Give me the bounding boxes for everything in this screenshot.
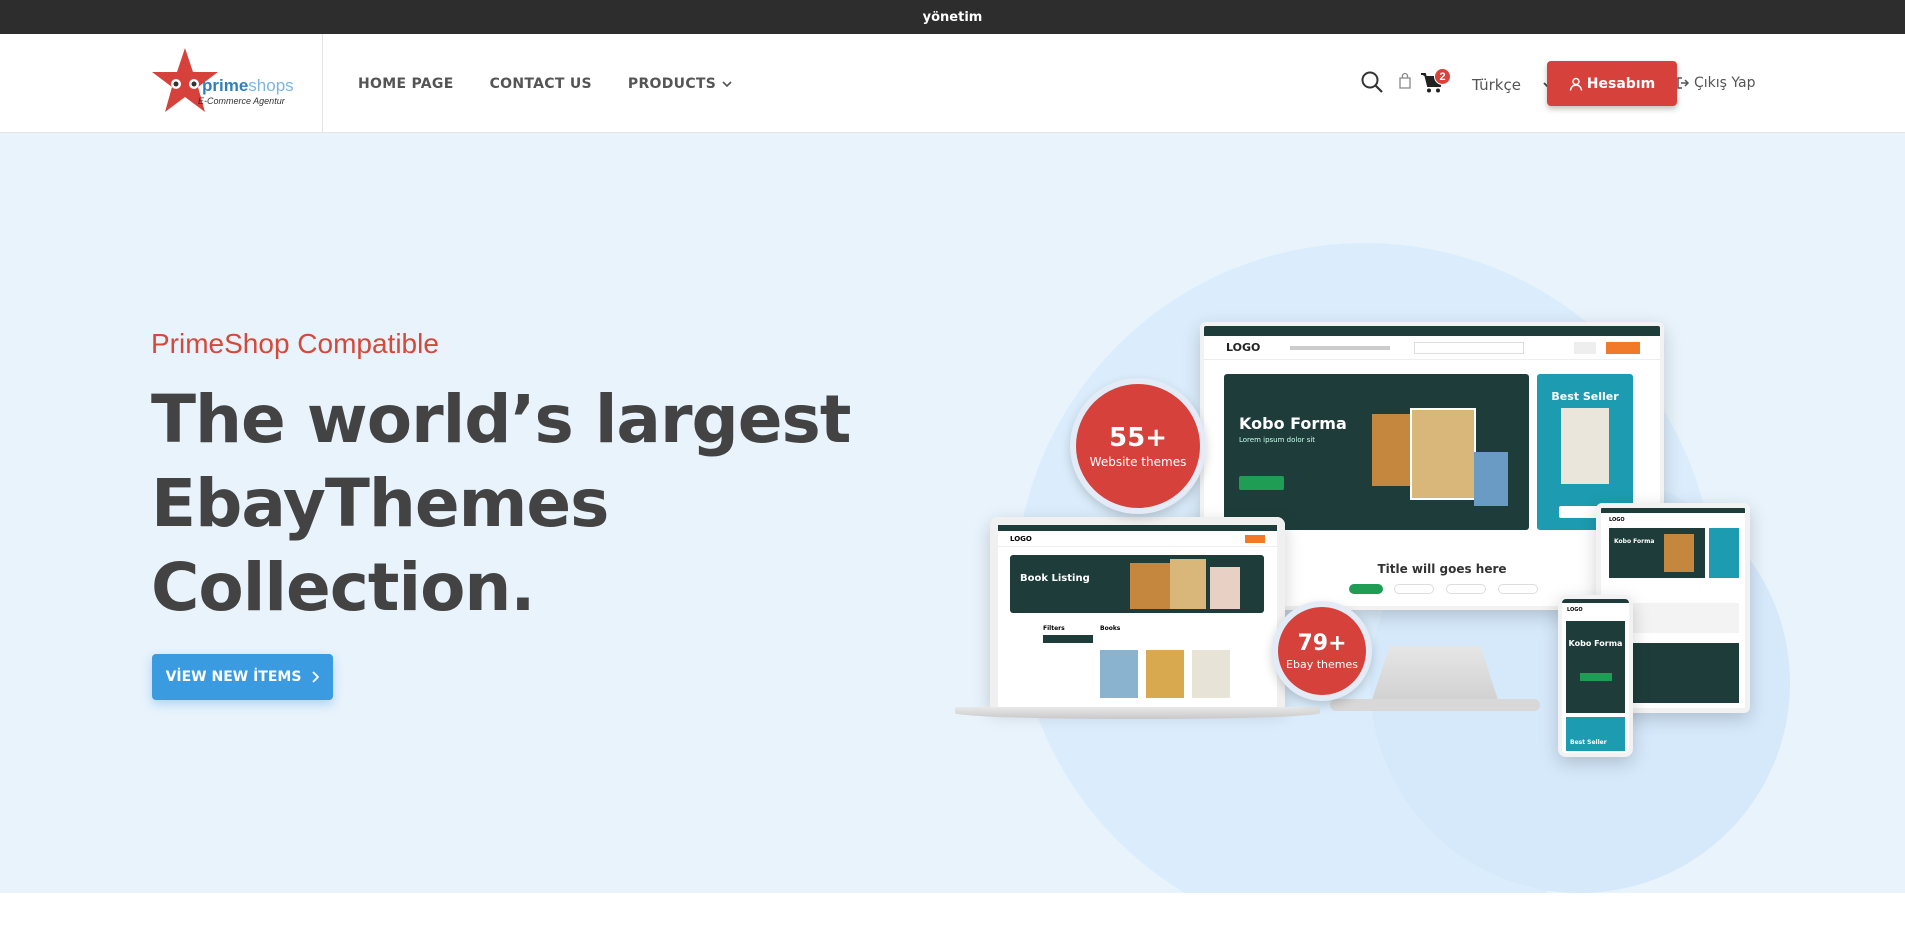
laptop-base	[955, 707, 1320, 719]
nav-home[interactable]: HOME PAGE	[358, 76, 454, 92]
topbar-title[interactable]: yönetim	[923, 10, 983, 25]
monitor-nav-placeholder	[1290, 345, 1391, 350]
hero-section: PrimeShop Compatible The world’s largest…	[0, 133, 1905, 893]
nav-contact[interactable]: CONTACT US	[490, 76, 592, 92]
cart-count-badge: 2	[1434, 68, 1451, 85]
monitor-logo: LOGO	[1226, 341, 1261, 354]
account-button[interactable]: Hesabım	[1547, 61, 1677, 106]
language-label: Türkçe	[1472, 76, 1521, 94]
laptop-book-1	[1130, 563, 1170, 609]
book-cover-3	[1474, 452, 1508, 506]
admin-topbar: yönetim	[0, 0, 1905, 34]
language-select[interactable]: Türkçe	[1472, 76, 1553, 94]
phone-banner-title: Kobo Forma	[1568, 639, 1623, 648]
logout-link[interactable]: Çıkış Yap	[1676, 75, 1756, 91]
website-themes-count: 55+	[1109, 423, 1167, 453]
search-icon[interactable]	[1360, 70, 1384, 94]
laptop-banner-title: Book Listing	[1020, 573, 1090, 584]
logo-brand-secondary: shops	[248, 76, 294, 95]
tablet-side	[1709, 528, 1739, 578]
monitor-section-title: Title will goes here	[1377, 562, 1507, 576]
monitor-search-placeholder	[1414, 341, 1525, 354]
phone-mockup: LOGO Kobo Forma Best Seller	[1558, 595, 1633, 757]
phone-topbar	[1562, 599, 1629, 603]
laptop-book-card-1	[1100, 650, 1138, 698]
laptop-filters-label: Filters	[1043, 625, 1065, 632]
tablet-book	[1664, 534, 1694, 572]
logout-label: Çıkış Yap	[1694, 75, 1756, 91]
logo-brand: primeshops	[202, 76, 294, 96]
website-themes-label: Website themes	[1089, 455, 1187, 469]
main-nav: HOME PAGE CONTACT US PRODUCTS	[358, 34, 732, 133]
laptop-book-card-3	[1192, 650, 1230, 698]
phone-best-seller: Best Seller	[1566, 717, 1625, 751]
user-icon	[1569, 77, 1582, 91]
monitor-base	[1330, 699, 1540, 711]
ebay-themes-count: 79+	[1297, 631, 1347, 656]
tablet-topbar	[1601, 508, 1745, 513]
laptop-books-label: Books	[1100, 625, 1121, 632]
hero-subtitle: PrimeShop Compatible	[151, 328, 439, 359]
monitor-tab	[1446, 584, 1486, 594]
laptop-mockup: LOGO Book Listing Filters Books	[990, 517, 1285, 707]
view-new-items-label: VİEW NEW İTEMS	[165, 669, 302, 685]
logo-tagline: E-Commerce Agentur	[198, 96, 285, 106]
laptop-signup-placeholder	[1245, 534, 1265, 543]
tablet-banner-title: Kobo Forma	[1614, 538, 1655, 545]
monitor-tabs	[1394, 584, 1604, 594]
hero-title-line2: EbayThemes	[151, 465, 609, 542]
laptop-book-3	[1210, 567, 1240, 609]
nav-home-label: HOME PAGE	[358, 75, 454, 92]
phone-logo: LOGO	[1567, 607, 1583, 613]
nav-contact-label: CONTACT US	[489, 75, 592, 92]
logo-brand-primary: prime	[202, 76, 249, 95]
ebay-themes-badge: 79+ Ebay themes	[1272, 601, 1372, 701]
monitor-best-seller-title: Best Seller	[1551, 390, 1619, 403]
sign-out-icon	[1677, 77, 1690, 89]
chevron-down-icon	[722, 80, 732, 87]
bag-icon[interactable]	[1398, 72, 1412, 90]
laptop-banner: Book Listing	[1010, 555, 1264, 613]
nav-products-label: PRODUCTS	[627, 75, 717, 92]
account-label: Hesabım	[1586, 75, 1656, 92]
monitor-tab	[1394, 584, 1434, 594]
hero-title-line3: Collection.	[151, 549, 536, 626]
chevron-right-icon	[312, 671, 320, 683]
monitor-tab-active	[1349, 584, 1383, 594]
tablet-banner: Kobo Forma	[1609, 528, 1705, 578]
ebay-themes-label: Ebay themes	[1286, 658, 1358, 671]
monitor-stand	[1370, 646, 1500, 706]
hero-title-line1: The world’s largest	[151, 381, 851, 458]
site-header: primeshops E-Commerce Agentur HOME PAGE …	[0, 34, 1905, 133]
hero-title: The world’s largest EbayThemes Collectio…	[151, 378, 871, 630]
phone-banner: Kobo Forma	[1566, 621, 1625, 713]
monitor-banner-text: Lorem ipsum dolor sit	[1239, 436, 1316, 444]
monitor-header: LOGO	[1204, 336, 1660, 360]
laptop-book-card-2	[1146, 650, 1184, 698]
book-cover-1	[1372, 414, 1410, 486]
logo-divider	[322, 34, 323, 133]
laptop-book-2	[1170, 559, 1206, 609]
monitor-banner-cta	[1239, 476, 1284, 490]
nav-products[interactable]: PRODUCTS	[628, 76, 732, 92]
monitor-banner: Kobo Forma Lorem ipsum dolor sit	[1224, 374, 1529, 530]
laptop-header: LOGO	[998, 531, 1277, 547]
phone-cta	[1580, 673, 1612, 681]
laptop-filter-bar	[1043, 635, 1093, 643]
best-seller-book	[1561, 408, 1609, 484]
tablet-logo: LOGO	[1609, 517, 1625, 523]
monitor-signup-placeholder	[1606, 341, 1640, 354]
book-cover-2	[1410, 408, 1476, 500]
monitor-banner-title: Kobo Forma	[1239, 414, 1347, 433]
monitor-topbar	[1204, 326, 1660, 336]
monitor-tab	[1498, 584, 1538, 594]
site-logo[interactable]: primeshops E-Commerce Agentur	[150, 46, 294, 116]
view-new-items-button[interactable]: VİEW NEW İTEMS	[152, 654, 333, 700]
laptop-logo: LOGO	[1010, 534, 1032, 543]
monitor-login-placeholder	[1574, 341, 1596, 354]
website-themes-badge: 55+ Website themes	[1070, 378, 1206, 514]
